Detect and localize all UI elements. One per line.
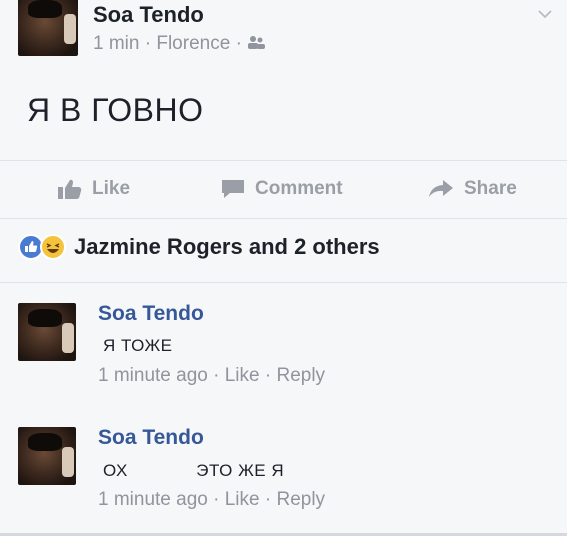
comment-button[interactable]: Comment <box>221 178 343 200</box>
comment-avatar[interactable] <box>18 303 76 361</box>
post-text: Я В ГОВНО <box>27 92 204 128</box>
comment-text-part: ЭТО ЖЕ Я <box>196 461 285 480</box>
comment-label: Comment <box>255 178 343 199</box>
haha-reaction-icon <box>40 234 66 260</box>
author-avatar[interactable] <box>18 0 78 56</box>
meta-separator: · <box>235 33 242 55</box>
reactions-text: Jazmine Rogers and 2 others <box>74 234 380 259</box>
divider <box>0 282 567 283</box>
like-button[interactable]: Like <box>58 178 130 200</box>
post-time[interactable]: 1 min <box>93 33 139 54</box>
comment-meta[interactable]: 1 minute ago · Like · Reply <box>98 489 325 511</box>
post-location[interactable]: Florence <box>156 33 230 54</box>
friends-icon <box>247 33 266 55</box>
comment-text-part: ОХ <box>103 461 128 480</box>
like-icon <box>58 179 82 199</box>
like-label: Like <box>92 178 131 199</box>
divider <box>0 218 567 219</box>
post-author-name[interactable]: Soa Tendo <box>93 2 204 28</box>
censored-area <box>133 460 192 476</box>
share-button[interactable]: Share <box>428 178 517 200</box>
comment-author-name[interactable]: Soa Tendo <box>98 302 204 326</box>
comment-meta[interactable]: 1 minute ago · Like · Reply <box>98 365 325 387</box>
comment-avatar[interactable] <box>18 427 76 485</box>
post-meta: 1 min · Florence · <box>93 33 266 55</box>
comment-text: ОХ ЭТО ЖЕ Я <box>103 460 284 481</box>
meta-separator: · <box>144 33 152 55</box>
chevron-down-icon[interactable] <box>537 6 553 22</box>
divider <box>0 160 567 161</box>
share-icon <box>428 179 454 199</box>
action-bar: Like Comment Share <box>0 170 567 210</box>
comment-author-name[interactable]: Soa Tendo <box>98 426 204 450</box>
share-label: Share <box>464 178 517 199</box>
reactions-summary[interactable]: Jazmine Rogers and 2 others <box>18 234 380 260</box>
comment-text: Я ТОЖЕ <box>103 336 173 355</box>
facebook-post: Soa Tendo 1 min · Florence · Я В ГОВНО L… <box>0 0 567 536</box>
comment-icon <box>221 179 245 199</box>
